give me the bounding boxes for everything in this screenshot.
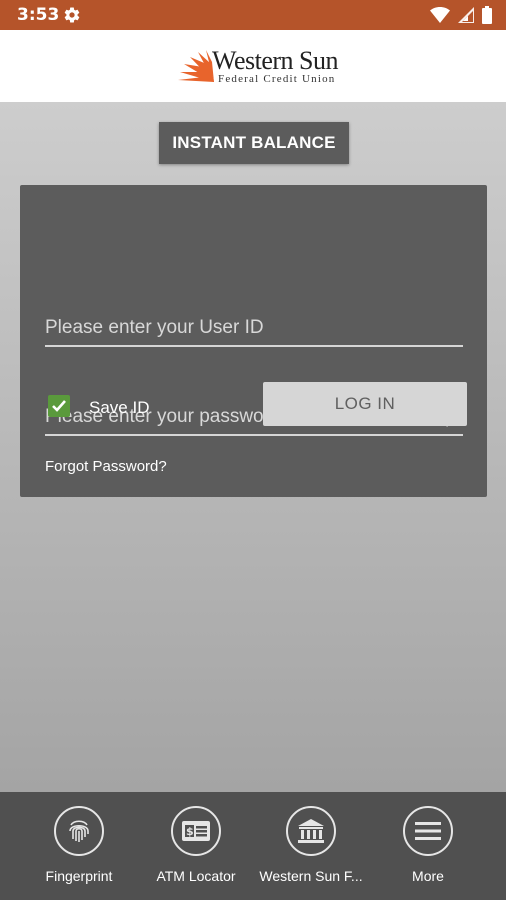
battery-icon (482, 6, 492, 24)
status-bar: 3:53 (0, 0, 506, 30)
sun-logo-icon (178, 50, 214, 82)
nav-label-western-sun: Western Sun F... (259, 868, 363, 884)
forgot-password-link[interactable]: Forgot Password? (45, 458, 167, 475)
nav-item-western-sun[interactable]: Western Sun F... (251, 806, 371, 896)
save-id-checkbox[interactable] (48, 395, 70, 417)
fingerprint-icon (69, 820, 89, 842)
main-content: INSTANT BALANCE Please enter your User I… (0, 102, 506, 792)
login-button[interactable]: LOG IN (263, 382, 467, 426)
nav-label-more: More (412, 868, 444, 884)
nav-label-atm-locator: ATM Locator (156, 868, 236, 884)
nav-item-fingerprint[interactable]: Fingerprint (19, 806, 139, 896)
bottom-navigation: Fingerprint $ ATM Locator Western Sun F.… (0, 792, 506, 900)
nav-label-fingerprint: Fingerprint (45, 868, 113, 884)
checkmark-icon (52, 400, 66, 412)
status-time: 3:53 (17, 5, 60, 25)
svg-text:$: $ (186, 825, 194, 838)
login-panel: Please enter your User ID Please enter y… (20, 185, 487, 497)
user-id-placeholder: Please enter your User ID (45, 317, 264, 338)
nav-item-more[interactable]: More (368, 806, 488, 896)
wifi-icon (430, 7, 450, 23)
instant-balance-button[interactable]: INSTANT BALANCE (159, 122, 349, 164)
brand-logo: Western Sun Federal Credit Union (176, 46, 339, 90)
signal-icon (458, 7, 474, 23)
gear-icon (64, 7, 80, 23)
bank-icon (298, 819, 324, 843)
brand-subtitle: Federal Credit Union (218, 73, 336, 85)
password-placeholder: Please enter your password (45, 406, 281, 427)
nav-item-atm-locator[interactable]: $ ATM Locator (136, 806, 256, 896)
app-header: Western Sun Federal Credit Union (0, 30, 506, 102)
menu-icon (415, 822, 441, 840)
save-id-label[interactable]: Save ID (89, 398, 149, 418)
atm-icon: $ (182, 821, 210, 841)
user-id-field[interactable]: Please enter your User ID (45, 301, 463, 347)
brand-name: Western Sun (212, 46, 339, 75)
